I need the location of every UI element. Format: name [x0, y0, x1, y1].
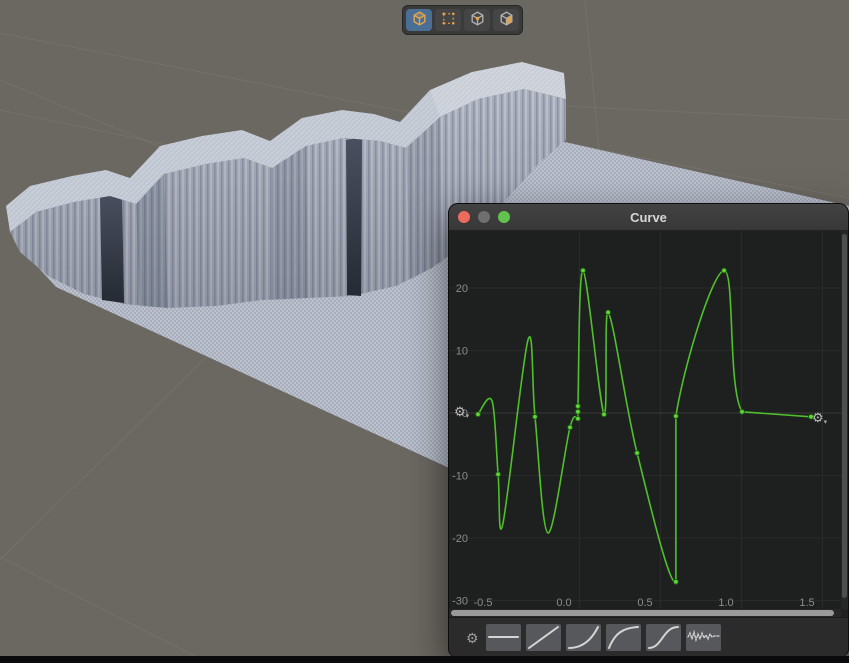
- preset-linear-button[interactable]: [526, 624, 561, 651]
- y-tick-label: 10: [456, 346, 468, 358]
- curve-control-point[interactable]: [602, 412, 607, 417]
- cube-point-mode-icon: [469, 10, 486, 30]
- preset-ease-out-icon: [606, 624, 641, 651]
- mesh-groove: [346, 137, 362, 296]
- curve-control-point[interactable]: [635, 451, 640, 456]
- curve-graph[interactable]: 20100-10-20-30-0.50.00.51.01.5: [449, 231, 841, 609]
- curve-control-point[interactable]: [476, 412, 481, 417]
- x-tick-label: 1.0: [718, 597, 733, 609]
- preset-ease-in-icon: [566, 624, 601, 651]
- vertical-scrollbar[interactable]: [841, 231, 848, 609]
- horizontal-scrollbar-thumb[interactable]: [451, 610, 834, 616]
- preset-s-curve-icon: [646, 624, 681, 651]
- preset-ease-in-button[interactable]: [566, 624, 601, 651]
- curve-plot: 20100-10-20-30-0.50.00.51.01.5 ⚙▾ ⚙▾: [449, 231, 841, 609]
- screen-bottom-edge: [0, 656, 849, 663]
- horizontal-scrollbar[interactable]: [449, 609, 841, 617]
- curve-control-point[interactable]: [576, 404, 581, 409]
- x-tick-label: 1.5: [799, 597, 814, 609]
- preset-noise-icon: [686, 624, 721, 651]
- box-selection-mode-button[interactable]: [435, 9, 461, 31]
- cube-model-mode-button[interactable]: [406, 9, 432, 31]
- preset-s-curve-button[interactable]: [646, 624, 681, 651]
- application-viewport: Curve 20100-10-20-30-0.50.00.51.01.5 ⚙▾ …: [0, 0, 849, 663]
- preset-constant-button[interactable]: [486, 624, 521, 651]
- dropdown-arrow-icon: ▾: [466, 413, 470, 420]
- window-title: Curve: [630, 210, 667, 225]
- preset-constant-icon: [486, 624, 521, 651]
- dropdown-arrow-icon: ▾: [824, 419, 828, 426]
- curve-control-point[interactable]: [674, 414, 679, 419]
- y-tick-label: -30: [452, 596, 468, 608]
- curve-control-point[interactable]: [674, 579, 679, 584]
- minimize-button[interactable]: [478, 211, 490, 223]
- cube-face-mode-button[interactable]: [493, 9, 519, 31]
- x-tick-label: -0.5: [474, 597, 493, 609]
- curve-control-point[interactable]: [740, 409, 745, 414]
- curve-toolbar: ⚙: [449, 617, 848, 657]
- curve-presets: [486, 624, 721, 651]
- curve-window: Curve 20100-10-20-30-0.50.00.51.01.5 ⚙▾ …: [448, 203, 849, 657]
- mesh-shade-band: [272, 146, 308, 300]
- preset-linear-icon: [526, 624, 561, 651]
- y-tick-label: 20: [456, 283, 468, 295]
- window-titlebar[interactable]: Curve: [449, 204, 848, 231]
- x-tick-label: 0.0: [556, 597, 571, 609]
- box-selection-mode-icon: [440, 10, 457, 30]
- vertical-scrollbar-thumb[interactable]: [842, 234, 847, 598]
- viewport-toolbar: [402, 5, 523, 35]
- cube-model-mode-icon: [411, 10, 428, 30]
- x-tick-label: 0.5: [637, 597, 652, 609]
- preset-noise-button[interactable]: [686, 624, 721, 651]
- curve-options-left-button[interactable]: ⚙▾: [454, 405, 469, 423]
- preset-ease-out-button[interactable]: [606, 624, 641, 651]
- curve-control-point[interactable]: [533, 414, 538, 419]
- curve-control-point[interactable]: [496, 472, 501, 477]
- close-button[interactable]: [458, 211, 470, 223]
- curve-settings-button[interactable]: ⚙: [466, 631, 479, 645]
- curve-control-point[interactable]: [576, 416, 581, 421]
- curve-line[interactable]: [478, 270, 811, 582]
- mesh-groove: [100, 191, 124, 303]
- y-tick-label: -10: [452, 471, 468, 483]
- cube-point-mode-button[interactable]: [464, 9, 490, 31]
- cube-face-mode-icon: [498, 10, 515, 30]
- curve-control-point[interactable]: [606, 310, 611, 315]
- curve-control-point[interactable]: [576, 409, 581, 414]
- curve-control-point[interactable]: [581, 268, 586, 273]
- curve-control-point[interactable]: [568, 425, 573, 430]
- traffic-lights: [458, 211, 510, 223]
- curve-control-point[interactable]: [722, 268, 727, 273]
- curve-options-right-button[interactable]: ⚙▾: [812, 411, 827, 429]
- graph-gridlines: [449, 231, 841, 609]
- zoom-button[interactable]: [498, 211, 510, 223]
- y-tick-label: -20: [452, 533, 468, 545]
